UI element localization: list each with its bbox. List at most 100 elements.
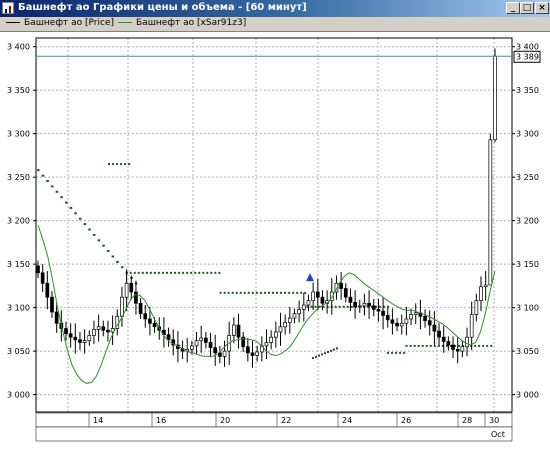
sar-dot <box>88 228 91 231</box>
sar-dot <box>106 250 110 253</box>
price-bar-body <box>483 284 488 288</box>
price-bar-body <box>236 324 241 338</box>
price-bar-body <box>143 313 148 320</box>
y-tick-label-right: 3 350 <box>516 86 539 95</box>
price-bar-body <box>320 296 325 304</box>
legend-item-indicator[interactable]: Башнефт ао [xSar91z3] <box>118 18 246 28</box>
price-bar-body <box>404 318 409 324</box>
price-bar-body <box>73 336 78 341</box>
legend: Башнефт ао [Price] Башнефт ао [xSar91z3] <box>0 17 550 31</box>
sar-dot <box>129 271 132 274</box>
sar-dot <box>421 344 424 347</box>
legend-item-price[interactable]: Башнефт ао [Price] <box>6 18 114 28</box>
sar-dot <box>145 271 148 274</box>
price-bar-body <box>92 329 96 336</box>
sar-dot <box>97 239 101 242</box>
sar-dot <box>409 344 412 347</box>
y-tick-label-left: 3 300 <box>7 130 30 139</box>
sar-dot <box>346 305 349 308</box>
sar-dot <box>474 344 477 347</box>
sar-dot <box>271 291 274 294</box>
price-bar-body <box>106 329 110 333</box>
sar-dot <box>284 291 287 294</box>
maximize-button[interactable]: □ <box>520 2 534 14</box>
y-tick-label-left: 3 150 <box>7 260 30 269</box>
chart-app-icon[interactable] <box>2 2 14 14</box>
sar-dot <box>433 344 436 347</box>
price-bar-body <box>152 322 157 328</box>
minimize-button[interactable]: _ <box>506 2 520 14</box>
sar-dot <box>235 291 238 294</box>
y-tick-label-right: 3 200 <box>516 217 539 226</box>
price-bar-body <box>250 352 255 356</box>
price-bar-body <box>78 339 82 343</box>
sar-dot <box>399 351 402 354</box>
y-tick-label-left: 3 250 <box>7 173 30 182</box>
sar-dot <box>74 212 77 215</box>
sar-dot <box>387 305 389 308</box>
y-tick-label-left: 3 200 <box>7 217 30 226</box>
legend-swatch-indicator <box>118 22 132 23</box>
sar-dot <box>296 291 299 294</box>
price-bar-body <box>213 347 218 354</box>
sar-dot <box>157 271 160 274</box>
sar-dot <box>170 271 172 274</box>
price-bar-body <box>232 324 236 336</box>
sar-dot <box>112 163 115 166</box>
sar-dot <box>259 291 262 294</box>
chart-window: Башнефт ао Графики цены и объема - [60 м… <box>0 0 550 451</box>
sar-dot <box>292 291 295 294</box>
price-bar-body <box>64 328 68 335</box>
price-bar-body <box>199 337 204 342</box>
x-tick-label: 20 <box>220 416 230 425</box>
price-bar-body <box>357 305 362 308</box>
sar-dot <box>429 344 432 347</box>
price-chart[interactable]: 3 000 3 000 3 050 3 050 3 100 3 100 3 150 3 150… <box>0 32 550 451</box>
price-bar-body <box>283 322 288 328</box>
sar-dot <box>413 344 416 347</box>
price-bar-body <box>367 302 371 307</box>
sar-dot <box>102 244 105 247</box>
price-bar-body <box>488 139 493 286</box>
price-bar-body <box>120 296 124 317</box>
y-tick-label-left: 3 000 <box>7 391 30 400</box>
sar-dot <box>330 349 332 352</box>
sar-dot <box>267 291 270 294</box>
sar-dot <box>149 271 152 274</box>
price-bar-body <box>301 304 306 310</box>
chart-area[interactable]: 3 000 3 000 3 050 3 050 3 100 3 100 3 150 3 150… <box>0 31 550 451</box>
sar-dot <box>300 291 303 294</box>
last-price-label: 3 389 <box>516 52 539 61</box>
price-bar-body <box>343 288 348 298</box>
price-bar-body <box>96 326 101 330</box>
sar-dot <box>405 344 408 347</box>
sar-dot <box>120 266 124 269</box>
y-tick-label-left: 3 400 <box>7 43 30 52</box>
sar-dot <box>83 223 87 226</box>
title-bar[interactable]: Башнефт ао Графики цены и объема - [60 м… <box>0 0 550 17</box>
price-bar-body <box>437 330 441 338</box>
x-tick-label: 28 <box>462 416 472 425</box>
price-bar-body <box>460 346 465 352</box>
sar-dot <box>120 163 123 166</box>
sar-dot <box>243 291 246 294</box>
sar-dot <box>46 179 49 182</box>
price-bar-body <box>381 310 385 316</box>
price-bar-body <box>376 309 381 312</box>
sar-dot <box>403 351 406 354</box>
price-bar-body <box>362 302 367 307</box>
price-bar-body <box>124 282 129 298</box>
price-bar-body <box>269 336 274 343</box>
x-tick-label: 24 <box>342 416 352 425</box>
sar-dot <box>198 271 201 274</box>
sar-dot <box>116 260 119 263</box>
close-button[interactable]: × <box>535 2 549 14</box>
price-bar-body <box>264 342 269 347</box>
sar-dot <box>437 344 440 347</box>
x-tick-label: 30 <box>489 416 499 425</box>
price-bar-body <box>493 55 497 141</box>
sar-dot <box>239 291 242 294</box>
y-tick-label-right: 3 400 <box>516 43 539 52</box>
sar-dot <box>334 305 337 308</box>
price-bar-body <box>208 342 213 348</box>
